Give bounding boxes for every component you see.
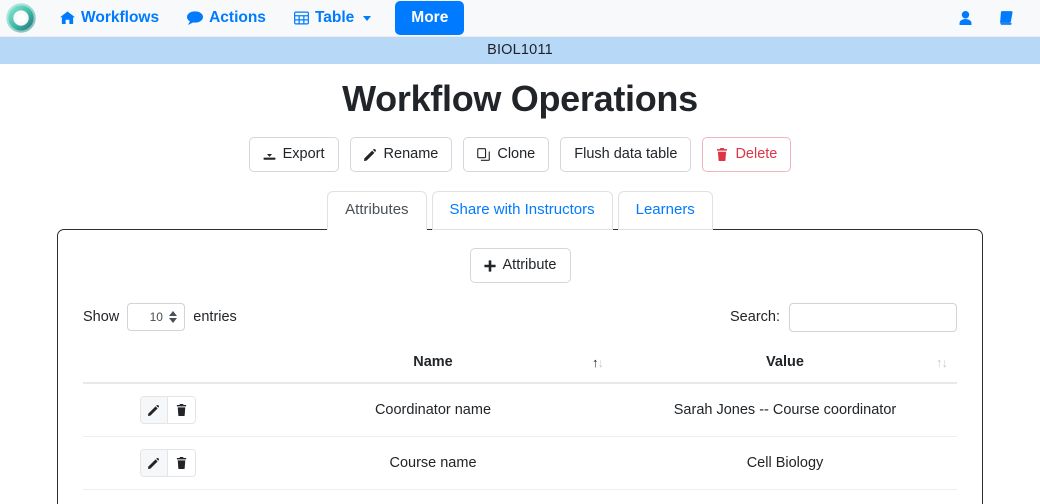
pencil-icon: [363, 148, 377, 161]
copy-icon: [477, 148, 491, 161]
add-attribute-row: Attribute: [71, 248, 969, 283]
nav-item-workflows[interactable]: Workflows: [46, 2, 173, 34]
nav-item-table[interactable]: Table: [280, 2, 385, 34]
home-icon: [60, 11, 75, 25]
delete-button-label: Delete: [735, 146, 778, 162]
user-icon: [959, 11, 972, 25]
table-row: Course name Cell Biology: [83, 436, 957, 490]
datatable-length-control: Show 10 25 50 100 entries: [83, 303, 237, 332]
edit-attribute-button[interactable]: [141, 449, 168, 476]
plus-icon: [483, 259, 496, 272]
table-grid-icon: [293, 11, 309, 25]
clone-button-label: Clone: [497, 146, 536, 162]
add-attribute-button-label: Attribute: [502, 257, 557, 274]
entries-label: entries: [193, 309, 237, 326]
top-navbar: Workflows Actions Table More: [0, 0, 1040, 37]
trash-icon: [176, 456, 187, 469]
tab-share-with-instructors[interactable]: Share with Instructors: [431, 190, 613, 231]
workflow-action-buttons: Export Rename Clone Flush data table Del…: [0, 137, 1040, 172]
tab-learners-label: Learners: [635, 200, 695, 218]
pencil-icon: [148, 404, 160, 416]
datatable-search-control: Search:: [730, 302, 957, 332]
attribute-name-cell: Coordinator name: [253, 382, 613, 437]
nav-item-actions-label: Actions: [209, 9, 266, 26]
column-header-value-label: Value: [766, 353, 804, 370]
nav-item-actions[interactable]: Actions: [173, 2, 280, 34]
page-title: Workflow Operations: [342, 78, 698, 119]
nav-more-label: More: [411, 9, 449, 26]
attributes-table: Name ↑↓ Value ↑↓ Coordinator name Sarah …: [83, 345, 957, 490]
app-logo-icon[interactable]: [6, 3, 36, 33]
add-attribute-button[interactable]: Attribute: [469, 248, 571, 283]
attribute-value-cell: Sarah Jones -- Course coordinator: [613, 382, 957, 437]
pencil-icon: [148, 457, 160, 469]
workflow-tabs: Attributes Share with Instructors Learne…: [0, 190, 1040, 231]
datatable-controls: Show 10 25 50 100 entries Search:: [71, 302, 969, 332]
datatable-footer: Showing 1 to 2 of 2 entries Previous 1 N…: [71, 490, 969, 504]
search-label: Search:: [730, 309, 780, 326]
tab-attributes-label: Attributes: [345, 200, 409, 218]
nav-book-menu[interactable]: [999, 11, 1020, 25]
trash-icon: [716, 147, 728, 161]
table-header-row: Name ↑↓ Value ↑↓: [83, 345, 957, 384]
tab-attributes[interactable]: Attributes: [327, 190, 427, 231]
comment-icon: [187, 11, 204, 25]
trash-icon: [176, 403, 187, 416]
table-row: Coordinator name Sarah Jones -- Course c…: [83, 382, 957, 437]
nav-user-menu[interactable]: [959, 11, 977, 25]
chevron-down-icon: [363, 15, 372, 21]
attribute-name-cell: Course name: [253, 436, 613, 490]
delete-attribute-button[interactable]: [168, 449, 195, 476]
attributes-panel: Attribute Show 10 25 50 100 entries Sear…: [57, 229, 983, 504]
row-actions-cell: [83, 382, 253, 437]
rename-button-label: Rename: [383, 146, 439, 162]
tab-learners[interactable]: Learners: [617, 190, 713, 231]
download-icon: [263, 148, 276, 161]
column-header-name[interactable]: Name ↑↓: [253, 345, 613, 384]
entries-per-page-select[interactable]: 10 25 50 100: [127, 303, 186, 332]
edit-attribute-button[interactable]: [141, 396, 168, 423]
rename-button[interactable]: Rename: [349, 137, 453, 172]
tab-share-with-instructors-label: Share with Instructors: [449, 200, 595, 218]
attributes-table-body: Coordinator name Sarah Jones -- Course c…: [83, 382, 957, 490]
attribute-value-cell: Cell Biology: [613, 436, 957, 490]
sort-ascending-icon[interactable]: ↑↓: [592, 356, 604, 369]
attributes-table-head: Name ↑↓ Value ↑↓: [83, 345, 957, 384]
delete-button[interactable]: Delete: [702, 137, 792, 172]
flush-data-table-button[interactable]: Flush data table: [560, 137, 692, 172]
nav-item-workflows-label: Workflows: [81, 9, 160, 26]
show-label: Show: [83, 309, 120, 326]
column-header-actions: [83, 345, 253, 384]
column-header-name-label: Name: [413, 353, 453, 370]
book-icon: [999, 11, 1015, 25]
delete-attribute-button[interactable]: [168, 396, 195, 423]
sort-none-icon[interactable]: ↑↓: [936, 356, 948, 369]
course-banner: BIOL1011: [0, 37, 1040, 64]
navbar-menu: Workflows Actions Table More: [46, 1, 465, 35]
clone-button[interactable]: Clone: [463, 137, 550, 172]
nav-item-table-label: Table: [314, 9, 355, 26]
export-button[interactable]: Export: [248, 137, 339, 172]
nav-more-button[interactable]: More: [395, 1, 465, 35]
navbar-right-menu: [959, 11, 1028, 25]
search-input[interactable]: [789, 302, 957, 332]
column-header-value[interactable]: Value ↑↓: [613, 345, 957, 384]
row-action-group: [140, 395, 196, 424]
row-action-group: [140, 448, 196, 477]
flush-data-table-button-label: Flush data table: [574, 146, 678, 162]
export-button-label: Export: [282, 146, 325, 162]
entries-select-wrapper: 10 25 50 100: [127, 303, 186, 332]
row-actions-cell: [83, 436, 253, 490]
